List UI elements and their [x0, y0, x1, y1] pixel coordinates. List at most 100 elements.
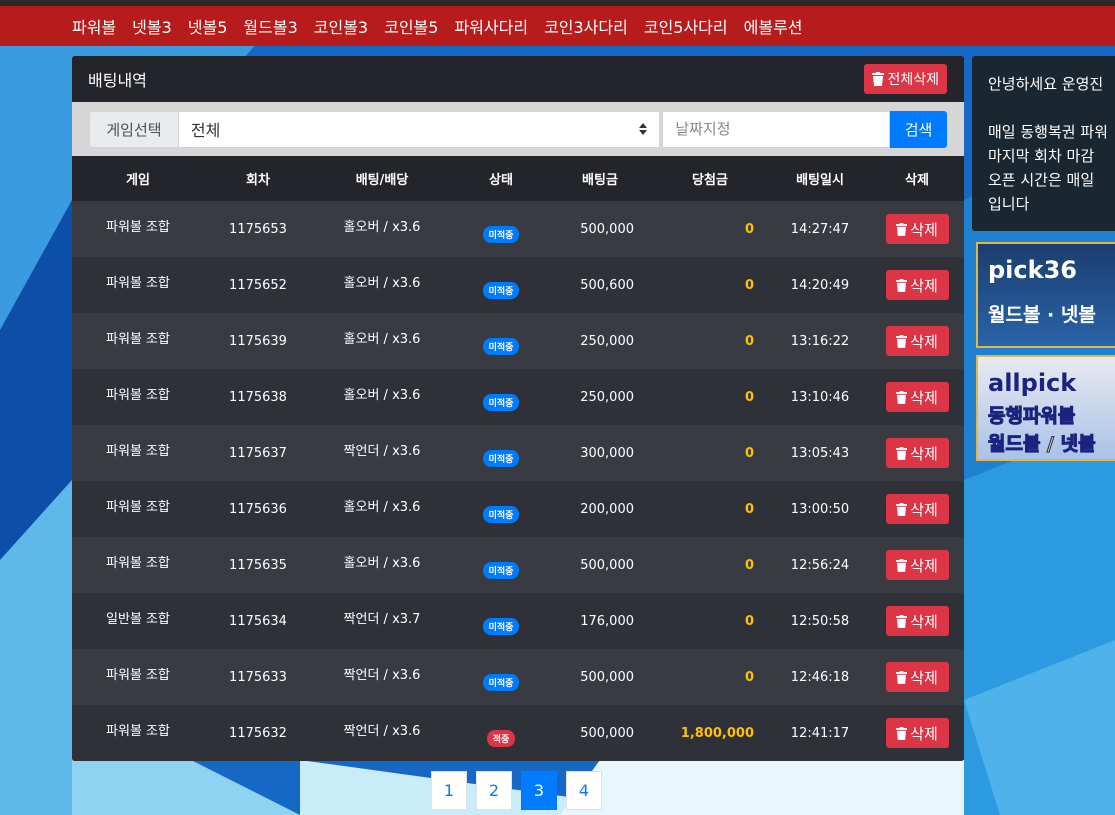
search-button[interactable]: 검색: [890, 110, 947, 148]
row-game: 파워볼 조합: [106, 387, 170, 403]
delete-row-button[interactable]: 삭제: [885, 382, 949, 412]
betting-table: 게임 회차 배팅/배당 상태 배팅금 당첨금 배팅일시 삭제 파워볼 조합 117…: [72, 156, 964, 761]
allpick-banner[interactable]: allpick 동행파워볼 월드볼 / 넷볼: [976, 355, 1115, 461]
trash-icon: [896, 334, 908, 348]
row-bet-amount: 500,000: [580, 669, 634, 685]
col-delete: 삭제: [870, 156, 964, 201]
status-badge: 미적중: [482, 449, 520, 467]
row-bet-amount: 250,000: [580, 389, 634, 405]
date-input[interactable]: [662, 110, 891, 148]
row-bet-time: 13:05:43: [790, 445, 850, 461]
nav-item-netball5[interactable]: 넷볼5: [188, 14, 228, 38]
row-round: 1175634: [229, 613, 287, 629]
row-game: 파워볼 조합: [106, 443, 170, 459]
page-button-1[interactable]: 1: [431, 771, 467, 810]
delete-row-button[interactable]: 삭제: [885, 606, 949, 636]
trash-icon: [872, 72, 885, 86]
col-status: 상태: [452, 156, 550, 201]
row-bet-time: 12:41:17: [790, 725, 850, 741]
row-game: 파워볼 조합: [106, 499, 170, 515]
pick36-subtitle: 월드볼 · 넷볼: [988, 304, 1096, 326]
row-bet-time: 14:20:49: [790, 277, 850, 293]
row-bet-time: 13:16:22: [790, 333, 850, 349]
delete-row-label: 삭제: [910, 556, 938, 575]
delete-all-label: 전체삭제: [887, 72, 939, 88]
game-select-value: 전체: [190, 121, 221, 140]
status-badge: 미적중: [482, 393, 520, 411]
nav-item-coinball5[interactable]: 코인볼5: [384, 14, 438, 38]
notice-line: 매일 동행복권 파워: [988, 123, 1108, 141]
delete-row-button[interactable]: 삭제: [885, 718, 949, 748]
row-round: 1175635: [229, 557, 287, 573]
nav-item-powerball[interactable]: 파워볼: [72, 14, 116, 38]
nav-item-worldball3[interactable]: 월드볼3: [243, 14, 297, 38]
row-bet-odds: 짝언더 / x3.6: [343, 667, 421, 683]
trash-icon: [896, 726, 908, 740]
row-win-amount: 0: [744, 557, 754, 573]
delete-row-button[interactable]: 삭제: [885, 326, 949, 356]
pick36-banner[interactable]: pick36 월드볼 · 넷볼: [976, 242, 1115, 348]
row-win-amount: 0: [744, 613, 754, 629]
delete-row-label: 삭제: [910, 388, 938, 407]
delete-row-button[interactable]: 삭제: [885, 662, 949, 692]
nav-item-netball3[interactable]: 넷볼3: [132, 14, 172, 38]
table-row: 파워볼 조합 1175638 홀오버 / x3.6 미적중 250,000 0 13:10:…: [72, 369, 964, 425]
row-round: 1175636: [229, 501, 287, 517]
row-bet-odds: 짝언더 / x3.6: [343, 723, 421, 739]
row-bet-time: 12:50:58: [790, 613, 850, 629]
notice-line: 안녕하세요 운영진: [988, 75, 1104, 93]
page-button-3[interactable]: 3: [521, 771, 557, 810]
table-row: 파워볼 조합 1175633 짝언더 / x3.6 미적중 500,000 0 12:46:…: [72, 649, 964, 705]
row-bet-odds: 홀오버 / x3.6: [343, 387, 421, 403]
delete-row-label: 삭제: [910, 668, 938, 687]
status-badge: 미적중: [482, 337, 520, 355]
pick36-logo: pick36: [988, 256, 1077, 284]
row-game: 파워볼 조합: [106, 275, 170, 291]
allpick-subtitle-2: 월드볼 / 넷볼: [988, 433, 1097, 456]
row-game: 파워볼 조합: [106, 667, 170, 683]
delete-row-button[interactable]: 삭제: [885, 550, 949, 580]
table-row: 파워볼 조합 1175653 홀오버 / x3.6 미적중 500,000 0 14:27:…: [72, 201, 964, 257]
row-game: 파워볼 조합: [106, 723, 170, 739]
trash-icon: [896, 558, 908, 572]
nav-item-coinball3[interactable]: 코인볼3: [314, 14, 368, 38]
allpick-logo: allpick: [988, 369, 1077, 397]
delete-row-button[interactable]: 삭제: [885, 214, 949, 244]
table-row: 파워볼 조합 1175636 홀오버 / x3.6 미적중 200,000 0 13:00:…: [72, 481, 964, 537]
row-bet-odds: 홀오버 / x3.6: [343, 555, 421, 571]
row-win-amount: 0: [744, 277, 754, 293]
delete-row-label: 삭제: [910, 612, 938, 631]
delete-row-button[interactable]: 삭제: [885, 270, 949, 300]
nav-item-coin3-ladder[interactable]: 코인3사다리: [544, 14, 628, 38]
table-row: 파워볼 조합 1175632 짝언더 / x3.6 적중 500,000 1,800,00…: [72, 705, 964, 761]
trash-icon: [896, 278, 908, 292]
row-bet-time: 13:00:50: [790, 501, 850, 517]
row-bet-amount: 500,000: [580, 557, 634, 573]
row-round: 1175632: [229, 725, 287, 741]
nav-item-coin5-ladder[interactable]: 코인5사다리: [644, 14, 728, 38]
page-button-2[interactable]: 2: [476, 771, 512, 810]
filter-bar: 게임선택 전체 검색: [72, 102, 964, 156]
allpick-subtitle-1: 동행파워볼: [987, 405, 1076, 428]
delete-row-label: 삭제: [910, 332, 938, 351]
row-round: 1175633: [229, 669, 287, 685]
delete-row-label: 삭제: [910, 444, 938, 463]
table-row: 파워볼 조합 1175635 홀오버 / x3.6 미적중 500,000 0 12:56:…: [72, 537, 964, 593]
row-win-amount: 1,800,000: [680, 725, 754, 741]
row-game: 파워볼 조합: [106, 331, 170, 347]
row-win-amount: 0: [744, 333, 754, 349]
page-button-4[interactable]: 4: [566, 771, 602, 810]
row-win-amount: 0: [744, 221, 754, 237]
delete-all-button[interactable]: 전체삭제: [864, 64, 947, 94]
delete-row-button[interactable]: 삭제: [885, 438, 949, 468]
status-badge: 적중: [486, 729, 516, 747]
game-select[interactable]: 전체: [177, 110, 661, 148]
panel-header: 배팅내역 전체삭제: [72, 56, 964, 102]
trash-icon: [896, 614, 908, 628]
nav-item-power-ladder[interactable]: 파워사다리: [454, 14, 528, 38]
row-win-amount: 0: [744, 501, 754, 517]
delete-row-button[interactable]: 삭제: [885, 494, 949, 524]
nav-item-evolution[interactable]: 에볼루션: [744, 14, 803, 38]
row-bet-amount: 500,000: [580, 221, 634, 237]
row-round: 1175653: [229, 221, 287, 237]
